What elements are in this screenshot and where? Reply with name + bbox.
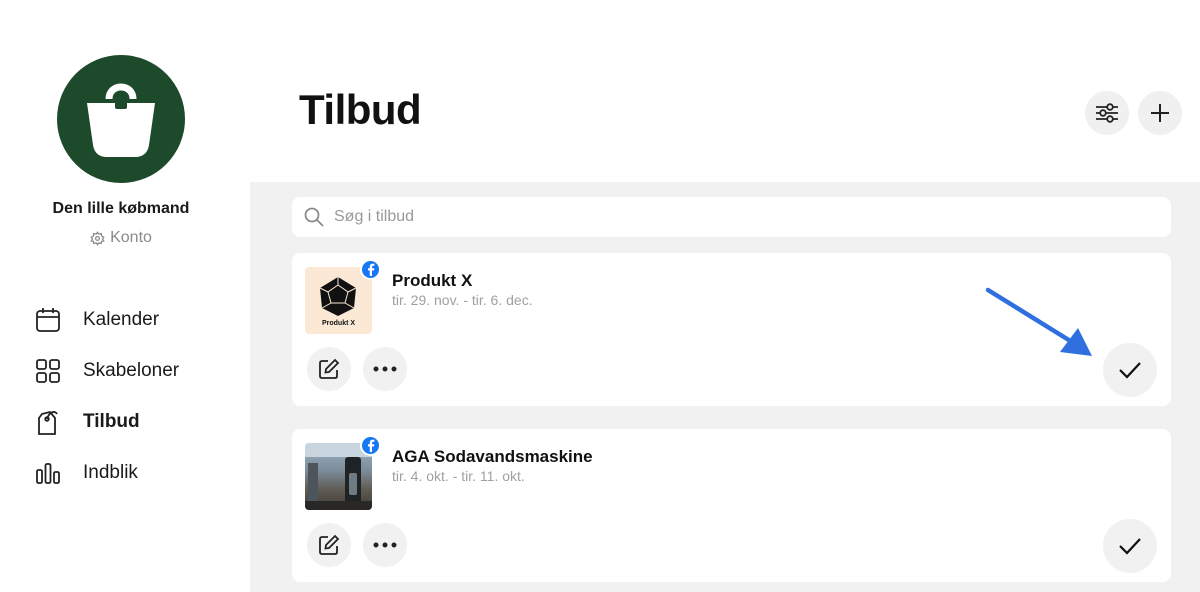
- offer-thumbnail: Produkt X: [305, 267, 372, 334]
- offers-panel: Produkt X Produkt X tir. 29. nov. - tir.…: [250, 182, 1200, 592]
- add-offer-button[interactable]: [1138, 91, 1182, 135]
- bar-chart-icon: [34, 460, 61, 487]
- calendar-icon: [34, 307, 61, 334]
- edit-icon: [319, 534, 340, 555]
- nav-label: Tilbud: [83, 411, 140, 432]
- nav-item-kalender[interactable]: Kalender: [34, 303, 234, 337]
- more-horizontal-icon: [373, 366, 397, 372]
- offer-dates: tir. 4. okt. - tir. 11. okt.: [392, 468, 525, 484]
- nav-label: Indblik: [83, 462, 138, 483]
- plus-icon: [1151, 104, 1169, 122]
- edit-icon: [319, 358, 340, 379]
- store-avatar[interactable]: [57, 55, 185, 183]
- nav-item-indblik[interactable]: Indblik: [34, 456, 234, 490]
- price-tag-icon: [34, 409, 61, 436]
- more-options-button[interactable]: [363, 347, 407, 391]
- search-bar[interactable]: [292, 197, 1171, 237]
- offer-card[interactable]: AGA Sodavandsmaskine tir. 4. okt. - tir.…: [292, 429, 1171, 582]
- offer-title: Produkt X: [392, 271, 473, 290]
- nav-item-skabeloner[interactable]: Skabeloner: [34, 354, 234, 388]
- edit-button[interactable]: [307, 523, 351, 567]
- gear-icon: [90, 230, 105, 246]
- annotation-arrow-icon: [985, 287, 1092, 356]
- sliders-icon: [1096, 103, 1118, 123]
- sidebar: Den lille købmand Konto Kalender Skabelo…: [0, 0, 250, 592]
- shopping-bag-icon: [87, 83, 155, 157]
- edit-button[interactable]: [307, 347, 351, 391]
- account-link[interactable]: Konto: [0, 229, 242, 247]
- more-horizontal-icon: [373, 542, 397, 548]
- offer-thumbnail: [305, 443, 372, 510]
- approve-button[interactable]: [1103, 519, 1157, 573]
- facebook-icon: [360, 259, 381, 280]
- facebook-icon: [360, 435, 381, 456]
- offer-dates: tir. 29. nov. - tir. 6. dec.: [392, 292, 533, 308]
- store-name: Den lille købmand: [52, 200, 190, 217]
- approve-button[interactable]: [1103, 343, 1157, 397]
- search-icon: [304, 207, 324, 227]
- soda-machine-image: [305, 443, 372, 510]
- offer-title: AGA Sodavandsmaskine: [392, 447, 593, 466]
- more-options-button[interactable]: [363, 523, 407, 567]
- nav-item-tilbud[interactable]: Tilbud: [34, 405, 234, 439]
- nav-label: Kalender: [83, 309, 160, 330]
- page-title: Tilbud: [299, 86, 422, 133]
- nav-label: Skabeloner: [83, 360, 180, 381]
- thumbnail-caption: Produkt X: [321, 320, 356, 327]
- check-icon: [1119, 538, 1141, 555]
- account-label: Konto: [110, 229, 152, 246]
- templates-grid-icon: [34, 358, 61, 385]
- check-icon: [1119, 362, 1141, 379]
- filter-button[interactable]: [1085, 91, 1129, 135]
- search-input[interactable]: [334, 208, 1134, 226]
